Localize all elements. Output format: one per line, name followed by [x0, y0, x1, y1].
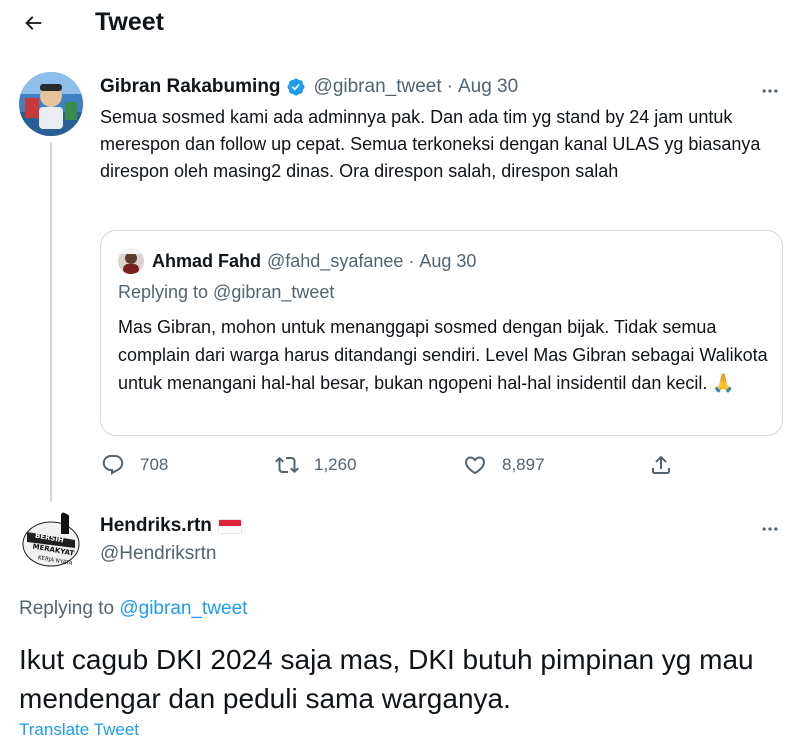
- replying-prefix: Replying to: [19, 598, 115, 619]
- back-button[interactable]: [16, 6, 50, 40]
- heart-icon: [462, 452, 488, 478]
- meta-separator: ·: [446, 76, 453, 97]
- quoted-avatar: [118, 248, 144, 274]
- reply-author-handle[interactable]: @Hendriksrtn: [100, 543, 216, 565]
- more-dots-icon: [762, 527, 778, 531]
- reply-button[interactable]: 708: [100, 452, 168, 478]
- avatar[interactable]: [19, 72, 83, 136]
- quoted-author-handle: @fahd_syafanee: [267, 250, 404, 271]
- tweet-author-row: Gibran Rakabuming @gibran_tweet · Aug 30: [100, 76, 518, 98]
- more-dots-icon: [762, 89, 778, 93]
- verified-badge-icon: [286, 77, 306, 97]
- retweet-icon: [274, 452, 300, 478]
- share-button[interactable]: [648, 452, 688, 478]
- thread-line: [50, 142, 52, 502]
- quoted-author-row: Ahmad Fahd @fahd_syafanee · Aug 30: [118, 248, 476, 274]
- header-bar: Tweet: [0, 0, 806, 48]
- reply-author-name[interactable]: Hendriks.rtn: [100, 515, 212, 537]
- reply-tweet-text: Ikut cagub DKI 2024 saja mas, DKI butuh …: [19, 644, 754, 714]
- quoted-tweet-text: Mas Gibran, mohon untuk menanggapi sosme…: [118, 317, 768, 393]
- author-handle[interactable]: @gibran_tweet: [314, 76, 442, 98]
- retweet-button[interactable]: 1,260: [274, 452, 357, 478]
- like-count: 8,897: [502, 455, 545, 474]
- meta-separator: ·: [408, 250, 415, 271]
- indonesia-flag-icon: [217, 518, 242, 534]
- author-name[interactable]: Gibran Rakabuming: [100, 76, 281, 98]
- quoted-replying-to: Replying to @gibran_tweet: [118, 282, 335, 302]
- avatar[interactable]: BERSIH MERAKYAT KERJA NYATA: [19, 510, 83, 574]
- page-title: Tweet: [95, 8, 164, 36]
- reply-count: 708: [140, 455, 169, 474]
- translate-tweet-link[interactable]: Translate Tweet: [19, 720, 139, 740]
- tweet-text: Semua sosmed kami ada adminnya pak. Dan …: [100, 107, 761, 181]
- reply-author-row: Hendriks.rtn: [100, 515, 242, 537]
- share-icon: [648, 452, 674, 478]
- replying-mention-link[interactable]: @gibran_tweet: [119, 598, 247, 619]
- tweet-date[interactable]: Aug 30: [458, 76, 518, 98]
- quoted-tweet-card[interactable]: Ahmad Fahd @fahd_syafanee · Aug 30 Reply…: [100, 230, 783, 436]
- more-options-button[interactable]: [755, 514, 785, 544]
- reply-icon: [100, 452, 126, 478]
- like-button[interactable]: 8,897: [462, 452, 545, 478]
- arrow-left-icon: [25, 16, 42, 30]
- quoted-author-name: Ahmad Fahd: [152, 250, 262, 271]
- more-options-button[interactable]: [755, 76, 785, 106]
- replying-to: Replying to @gibran_tweet: [19, 598, 247, 620]
- quoted-date: Aug 30: [419, 250, 477, 271]
- retweet-count: 1,260: [314, 455, 357, 474]
